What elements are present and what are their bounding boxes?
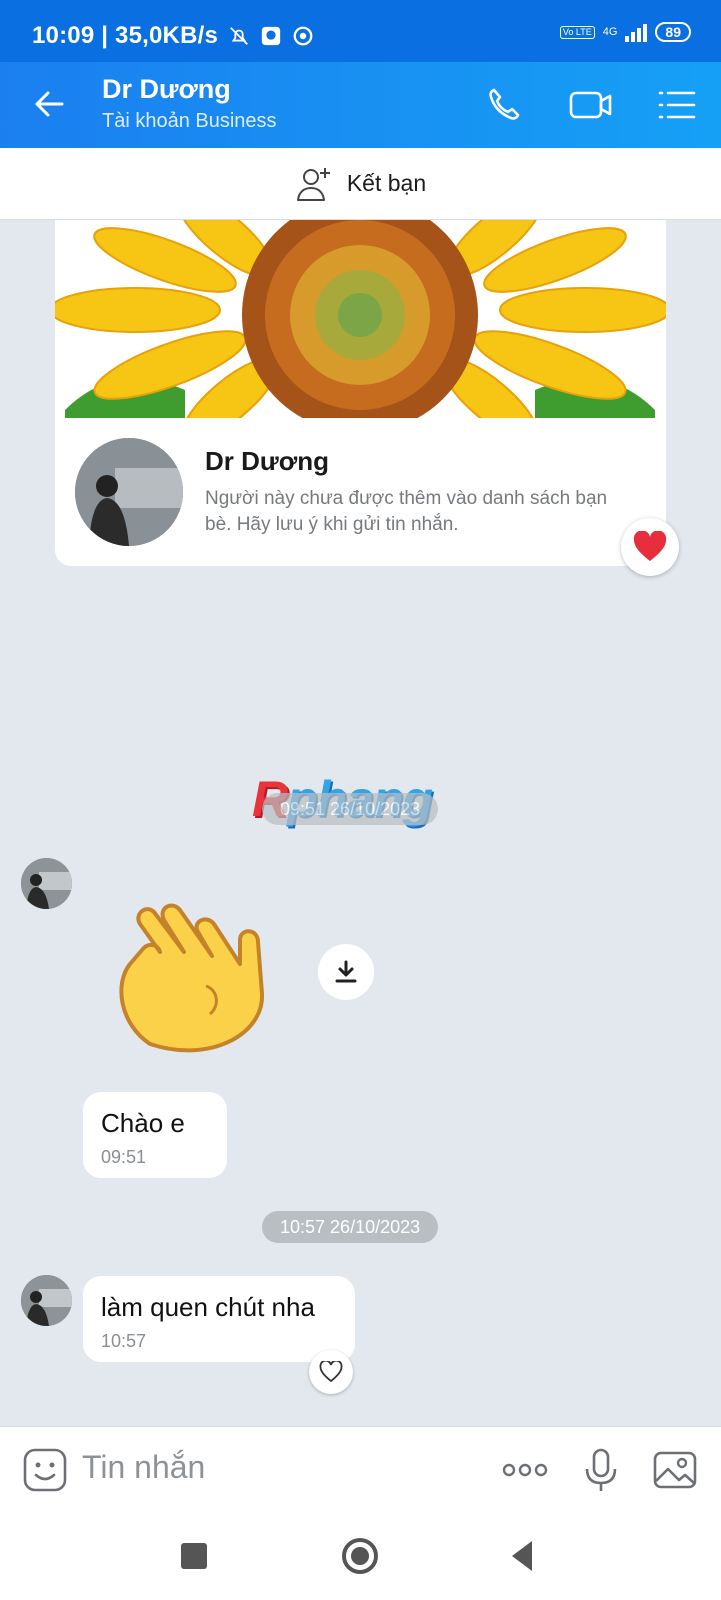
back-icon[interactable] [500, 1534, 544, 1578]
status-time: 10:09 | 35,0KB/s [32, 22, 219, 49]
message-input[interactable]: Tin nhắn [82, 1449, 205, 1486]
signal-icon [625, 22, 648, 42]
battery-level: 89 [655, 22, 691, 42]
message-text: Chào e [101, 1108, 185, 1138]
video-call-icon[interactable] [568, 84, 614, 126]
download-icon [335, 960, 357, 983]
add-friend-bar[interactable]: Kết bạn [0, 148, 721, 220]
volte-badge: Vo LTE [559, 25, 595, 39]
message-time: 10:57 [101, 1331, 147, 1351]
message-time: 09:51 [101, 1147, 147, 1167]
waving-hand-sticker[interactable] [110, 894, 280, 1054]
sender-avatar[interactable] [21, 1275, 72, 1326]
message-bubble[interactable]: làm quen chút nha 10:57 [83, 1276, 355, 1362]
mute-icon [230, 27, 248, 45]
heart-reaction[interactable] [621, 518, 679, 576]
download-button[interactable] [318, 944, 374, 1000]
heart-outline-icon [319, 1361, 343, 1383]
status-bar: 10:09 | 35,0KB/s Vo LTE 4G 89 [0, 0, 721, 62]
profile-warning: Người này chưa được thêm vào danh sách b… [205, 488, 608, 535]
timestamp-pill: 09:51 26/10/2023 [262, 793, 439, 825]
system-nav-bar [0, 1512, 721, 1600]
message-text: làm quen chút nha [101, 1292, 315, 1322]
sunflower-banner [55, 220, 666, 418]
like-button[interactable] [309, 1350, 353, 1394]
status-left: 10:09 | 35,0KB/s [32, 22, 314, 50]
more-dots-icon[interactable] [500, 1447, 550, 1493]
contact-subtitle: Tài khoản Business [102, 110, 277, 132]
message-bubble[interactable]: Chào e 09:51 [83, 1092, 227, 1178]
home-icon[interactable] [338, 1534, 382, 1578]
heart-icon [633, 531, 667, 561]
contact-name[interactable]: Dr Dương [102, 74, 231, 105]
profile-card[interactable]: Dr Dương Người này chưa được thêm vào da… [55, 220, 666, 566]
phone-icon[interactable] [484, 84, 526, 126]
message-input-bar: Tin nhắn [0, 1426, 721, 1512]
image-icon[interactable] [652, 1447, 698, 1493]
recent-apps-icon[interactable] [172, 1534, 216, 1578]
chrome-icon [293, 26, 313, 46]
timestamp-pill: 10:57 26/10/2023 [262, 1211, 439, 1243]
add-friend-icon [296, 167, 330, 201]
back-arrow-icon[interactable] [30, 84, 70, 124]
profile-avatar[interactable] [75, 438, 183, 546]
microphone-icon[interactable] [578, 1447, 624, 1493]
menu-list-icon[interactable] [656, 84, 698, 126]
status-right: Vo LTE 4G 89 [559, 22, 691, 42]
sender-avatar[interactable] [21, 858, 72, 909]
profile-name: Dr Dương [205, 446, 329, 476]
app-notification-icon [261, 26, 281, 46]
chat-header: Dr Dương Tài khoản Business [0, 62, 721, 148]
network-type: 4G [602, 26, 618, 38]
add-friend-label: Kết bạn [346, 170, 427, 196]
emoji-icon[interactable] [22, 1447, 68, 1493]
